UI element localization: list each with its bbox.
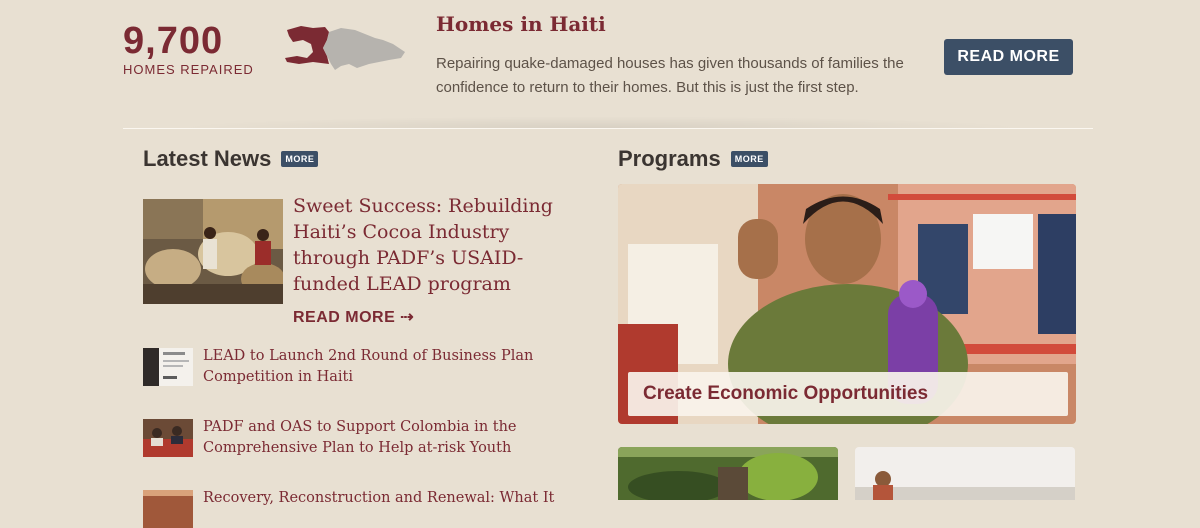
program-caption: Create Economic Opportunities bbox=[628, 372, 1068, 416]
feature-title[interactable]: Homes in Haiti bbox=[436, 12, 606, 36]
stat-block: 9,700 HOMES REPAIRED bbox=[123, 20, 254, 77]
divider-shadow bbox=[170, 116, 1030, 128]
program-photo bbox=[618, 447, 838, 500]
program-photo bbox=[855, 447, 1075, 500]
news-thumbnail bbox=[143, 490, 193, 528]
programs-more-button[interactable]: MORE bbox=[730, 151, 768, 167]
latest-news-more-button[interactable]: MORE bbox=[281, 151, 319, 167]
stat-label: HOMES REPAIRED bbox=[123, 62, 254, 77]
latest-news-heading: Latest News MORE bbox=[143, 146, 319, 172]
read-more-button[interactable]: READ MORE bbox=[944, 39, 1073, 75]
section-divider bbox=[123, 128, 1093, 129]
featured-news-title[interactable]: Sweet Success: Rebuilding Haiti’s Cocoa … bbox=[293, 193, 563, 297]
news-thumbnail bbox=[143, 348, 193, 386]
news-item-title[interactable]: LEAD to Launch 2nd Round of Business Pla… bbox=[203, 346, 563, 388]
featured-news-read-more-link[interactable]: READ MORE ⇢ bbox=[293, 307, 414, 327]
program-card-economic-opportunities[interactable]: Create Economic Opportunities bbox=[618, 184, 1076, 424]
news-thumbnail bbox=[143, 419, 193, 457]
program-card-small[interactable] bbox=[855, 447, 1075, 500]
haiti-map-icon bbox=[285, 26, 405, 70]
programs-title: Programs bbox=[618, 146, 721, 171]
featured-news-image[interactable] bbox=[143, 199, 283, 304]
news-item-title[interactable]: Recovery, Reconstruction and Renewal: Wh… bbox=[203, 488, 563, 509]
stat-number: 9,700 bbox=[123, 20, 224, 62]
program-card-small[interactable] bbox=[618, 447, 838, 500]
feature-description: Repairing quake-damaged houses has given… bbox=[436, 55, 904, 96]
latest-news-title: Latest News bbox=[143, 146, 272, 171]
programs-heading: Programs MORE bbox=[618, 146, 768, 172]
news-item-title[interactable]: PADF and OAS to Support Colombia in the … bbox=[203, 417, 563, 459]
